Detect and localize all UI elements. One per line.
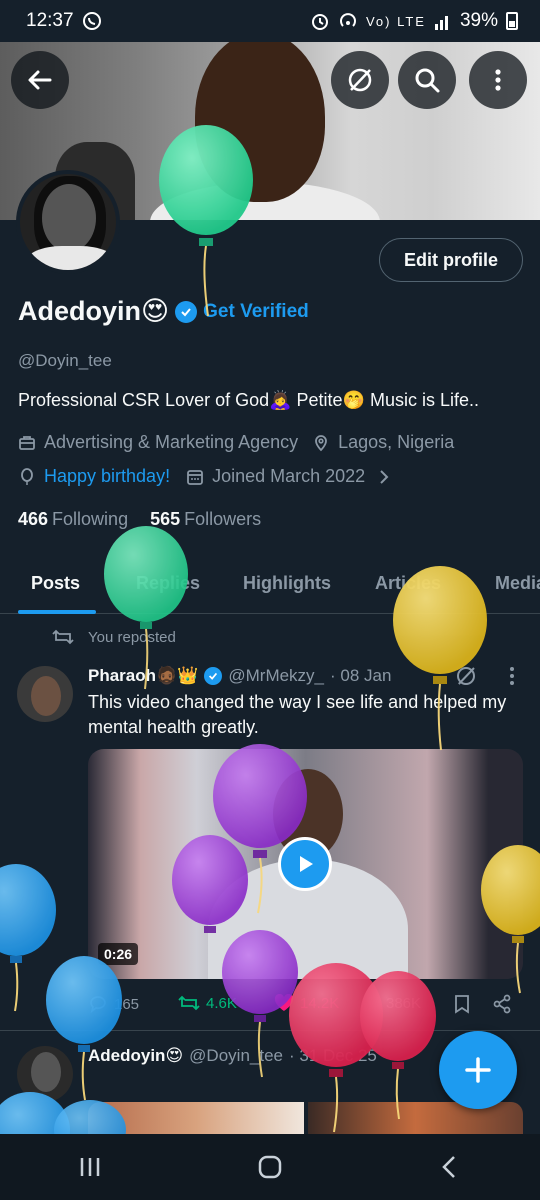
tab-highlights[interactable]: Highlights — [243, 573, 331, 594]
follow-counts: 466 Following 565 Followers — [18, 509, 261, 530]
recents-icon[interactable] — [77, 1154, 103, 1180]
edit-profile-button[interactable]: Edit profile — [379, 238, 523, 282]
post-author-name[interactable]: Pharaoh🧔🏾👑 — [88, 666, 198, 686]
reply-count: 165 — [114, 995, 140, 1013]
post-divider — [0, 1030, 540, 1031]
name-row: Adedoyin😍 Get Verified — [18, 296, 309, 327]
post-author-handle[interactable]: @MrMekzy_ — [228, 666, 324, 686]
profile-bio: Professional CSR Lover of God🙇‍♀️ Petite… — [18, 390, 480, 410]
views-button[interactable]: 386K — [362, 994, 421, 1012]
more-vertical-icon — [495, 69, 501, 91]
post-header: Adedoyin😍 @Doyin_tee · 31 Dec 25 — [88, 1046, 377, 1066]
status-bar: 12:37 Vo) LTE 39% — [0, 0, 540, 42]
get-verified-link[interactable]: Get Verified — [203, 301, 309, 323]
back-button[interactable] — [11, 51, 69, 109]
reply-icon — [90, 996, 106, 1014]
post-date: · 31 Dec 25 — [288, 1046, 377, 1065]
repost-count: 4.6K — [206, 994, 237, 1012]
tab-replies[interactable]: Replies — [136, 573, 200, 594]
post-video[interactable]: 0:26 — [88, 749, 523, 979]
network-label: Vo) LTE — [365, 13, 426, 29]
post-author-handle[interactable]: @Doyin_tee — [189, 1046, 283, 1066]
play-button[interactable] — [278, 837, 332, 891]
chevron-right-icon[interactable] — [377, 469, 391, 485]
post-header: Pharaoh🧔🏾👑 @MrMekzy_ · 08 Jan — [88, 666, 391, 686]
share-button[interactable] — [492, 994, 512, 1014]
signal-icon — [434, 16, 448, 30]
birthday-link[interactable]: Happy birthday! — [44, 466, 170, 487]
play-icon — [300, 856, 313, 872]
battery-icon — [506, 12, 518, 30]
repost-label: You reposted — [88, 628, 176, 646]
profile-meta-row-2: Happy birthday! Joined March 2022 — [18, 466, 391, 487]
video-duration: 0:26 — [98, 943, 139, 965]
reply-button[interactable]: 165 — [88, 994, 139, 1014]
like-button[interactable]: 14.2K — [274, 994, 339, 1012]
profile-tabs: Posts Replies Highlights Articles Media — [0, 556, 540, 614]
battery-percent: 39% — [459, 10, 498, 31]
post-more-icon[interactable] — [502, 664, 522, 688]
post-author-name[interactable]: Adedoyin😍 — [88, 1046, 183, 1066]
profile-category: Advertising & Marketing Agency — [44, 432, 299, 452]
post-date: · 08 Jan — [330, 666, 392, 685]
profile-location: Lagos, Nigeria — [338, 432, 455, 452]
following-link[interactable]: 466 Following — [18, 509, 128, 530]
grok-icon — [348, 68, 372, 92]
system-nav-bar — [0, 1134, 540, 1200]
profile-name: Adedoyin😍 — [18, 296, 170, 326]
profile-joined: Joined March 2022 — [212, 466, 366, 486]
repost-icon — [178, 995, 200, 1011]
post-author-avatar[interactable] — [17, 1046, 73, 1102]
back-arrow-icon — [28, 70, 52, 90]
balloon-icon — [0, 864, 56, 1012]
alarm-icon — [311, 14, 328, 30]
post-author-avatar[interactable] — [17, 666, 73, 722]
search-button[interactable] — [398, 51, 456, 109]
repost-indicator: You reposted — [52, 628, 176, 646]
tab-media[interactable]: Media — [495, 573, 540, 594]
more-button[interactable] — [469, 51, 527, 109]
share-icon — [493, 994, 511, 1014]
profile-avatar[interactable] — [16, 170, 120, 274]
repost-icon — [52, 629, 74, 645]
like-count: 14.2K — [300, 994, 340, 1012]
home-icon[interactable] — [257, 1154, 283, 1180]
repost-button[interactable]: 4.6K — [178, 994, 237, 1012]
active-tab-indicator — [18, 610, 96, 614]
profile-meta-row-1: Advertising & Marketing Agency Lagos, Ni… — [18, 432, 454, 453]
location-pin-icon — [315, 434, 328, 451]
status-time: 12:37 — [26, 10, 74, 31]
views-count: 386K — [386, 994, 422, 1012]
briefcase-icon — [19, 435, 35, 450]
bookmark-icon — [455, 995, 469, 1014]
views-icon — [364, 997, 376, 1011]
profile-handle: @Doyin_tee — [18, 351, 112, 370]
grok-button[interactable] — [331, 51, 389, 109]
heart-icon — [274, 994, 294, 1011]
verified-badge-icon — [204, 667, 223, 685]
whatsapp-icon — [82, 12, 101, 30]
search-icon — [415, 68, 440, 93]
plus-icon — [465, 1057, 491, 1083]
bookmark-button[interactable] — [453, 994, 471, 1014]
balloon-icon — [21, 467, 33, 485]
compose-button[interactable] — [439, 1031, 517, 1109]
hotspot-icon — [340, 13, 356, 27]
followers-link[interactable]: 565 Followers — [150, 509, 261, 530]
tab-articles[interactable]: Articles — [375, 573, 441, 594]
calendar-icon — [187, 469, 203, 485]
verified-badge-icon — [175, 300, 198, 323]
post-text: This video changed the way I see life an… — [88, 692, 507, 737]
tab-posts[interactable]: Posts — [31, 573, 80, 594]
grok-icon[interactable] — [454, 664, 478, 688]
system-back-icon[interactable] — [437, 1154, 463, 1180]
